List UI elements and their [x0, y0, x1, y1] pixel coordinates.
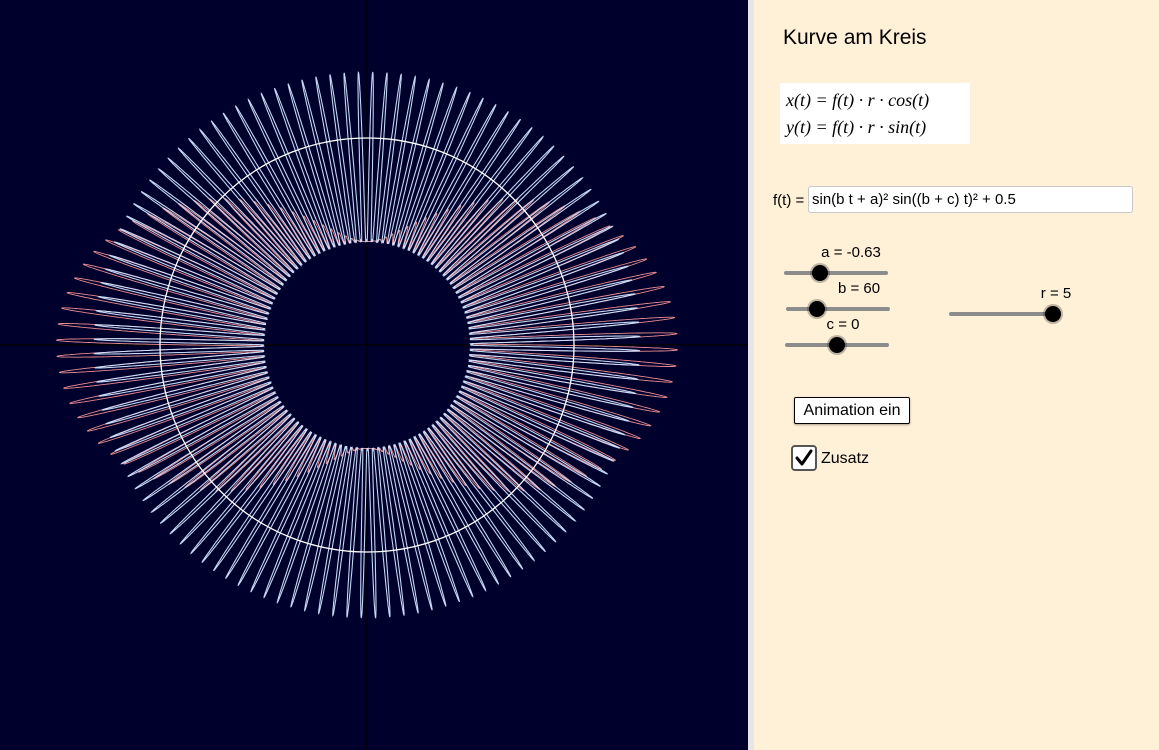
slider-track[interactable]	[786, 307, 890, 311]
slider-c[interactable]	[785, 335, 889, 355]
slider-r[interactable]	[949, 304, 1061, 324]
page-title: Kurve am Kreis	[783, 26, 927, 49]
function-label: f(t) =	[773, 192, 805, 209]
zusatz-label: Zusatz	[821, 450, 870, 467]
curve-plot[interactable]	[0, 0, 748, 750]
slider-knob[interactable]	[809, 301, 826, 317]
slider-a-label: a = -0.63	[821, 244, 881, 261]
formula-x: x(t) = f(t) · r · cos(t)	[786, 90, 930, 110]
function-input[interactable]	[808, 186, 1133, 213]
slider-knob[interactable]	[1045, 306, 1061, 322]
animation-button[interactable]: Animation ein	[794, 397, 910, 424]
slider-knob[interactable]	[829, 337, 845, 353]
slider-track[interactable]	[949, 312, 1053, 316]
slider-b-label: b = 60	[837, 280, 881, 297]
checkmark-icon	[795, 449, 813, 466]
slider-knob[interactable]	[811, 265, 828, 281]
graphics-view[interactable]	[0, 0, 748, 750]
formula-y: y(t) = f(t) · r · sin(t)	[786, 117, 927, 137]
formula-box: x(t) = f(t) · r · cos(t) y(t) = f(t) · r…	[780, 83, 970, 144]
slider-c-label: c = 0	[826, 316, 860, 333]
control-panel: Kurve am Kreis x(t) = f(t) · r · cos(t) …	[754, 0, 1159, 750]
slider-track[interactable]	[784, 271, 888, 275]
zusatz-checkbox[interactable]	[791, 445, 817, 471]
slider-r-label: r = 5	[1040, 285, 1072, 302]
